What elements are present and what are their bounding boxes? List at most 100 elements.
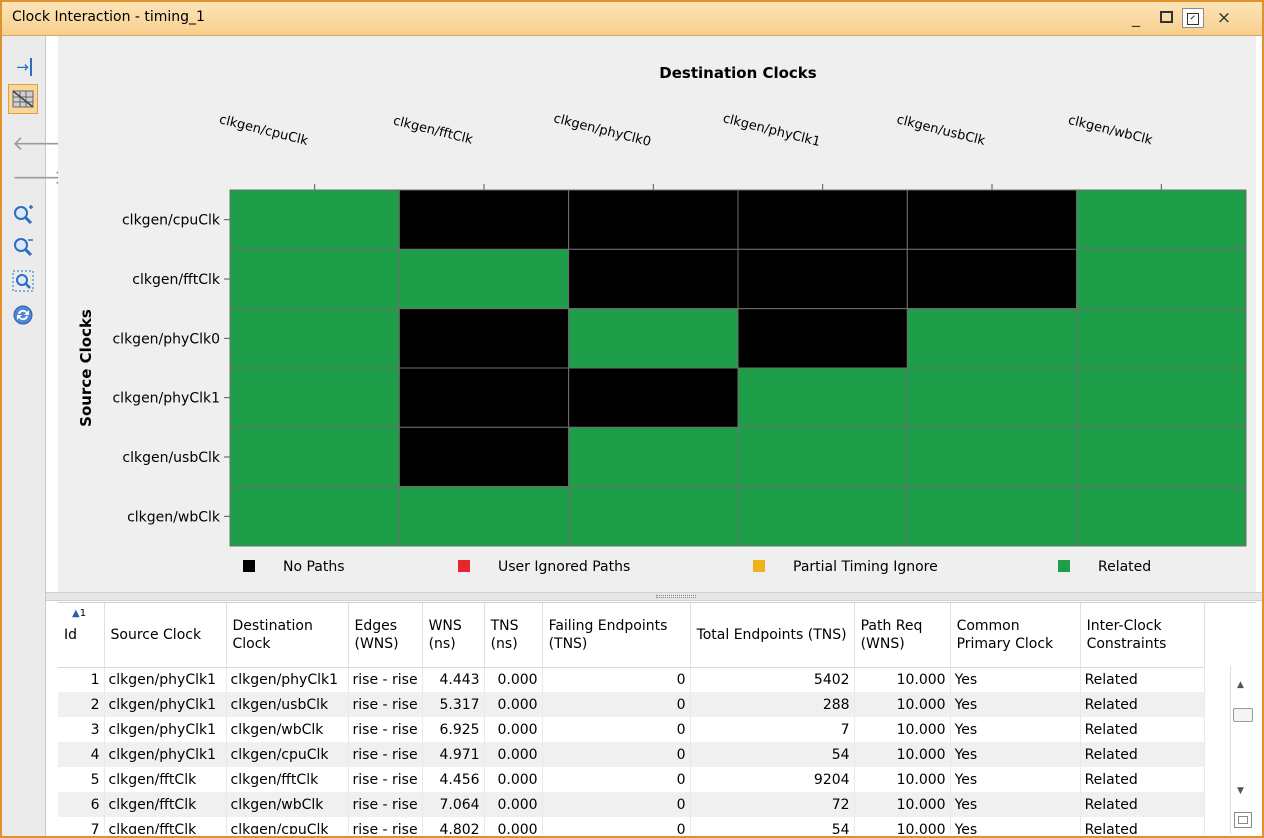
- table-cell: 5: [58, 767, 105, 792]
- clock-interaction-window: Clock Interaction - timing_1 _ × → 🡐 🡒 D…: [0, 0, 1264, 838]
- maximize-button[interactable]: [1156, 7, 1176, 29]
- table-row[interactable]: 3 clkgen/phyClk1 clkgen/wbClk rise - rise 6.…: [58, 717, 1205, 742]
- heatmap-cell: [229, 486, 400, 547]
- zoom-out-icon[interactable]: [12, 236, 34, 258]
- table-cell: clkgen/cpuClk: [226, 817, 349, 834]
- heatmap-cell: [906, 189, 1078, 250]
- heatmap-cell: [568, 486, 739, 547]
- clock-interaction-table: ▲1 Id Source Clock Destination Clock Edge…: [58, 603, 1205, 834]
- table-row[interactable]: 2 clkgen/phyClk1 clkgen/usbClk rise - rise 5…: [58, 692, 1205, 717]
- heatmap-cell: [398, 486, 570, 547]
- column-header-id[interactable]: ▲1 Id: [58, 603, 105, 668]
- legend-label: Related: [1098, 559, 1151, 575]
- table-cell: 10.000: [854, 742, 951, 767]
- column-header-tns[interactable]: TNS (ns): [484, 603, 543, 668]
- back-arrow-button[interactable]: 🡐: [12, 132, 66, 156]
- heatmap-cell: [906, 426, 1078, 488]
- zoom-fit-icon[interactable]: [12, 270, 34, 292]
- table-cell: 5.317: [422, 692, 485, 717]
- table-cell: Yes: [950, 817, 1081, 834]
- table-body: 1 clkgen/phyClk1 clkgen/phyClk1 rise - rise…: [58, 667, 1205, 834]
- table-options-button[interactable]: [1234, 812, 1252, 828]
- heatmap-cell: [737, 189, 908, 250]
- legend-label: Partial Timing Ignore: [793, 559, 938, 575]
- table-cell: 0.000: [484, 742, 543, 767]
- y-axis-label: Source Clocks: [77, 309, 95, 427]
- table-cell: rise - rise: [348, 792, 423, 817]
- forward-arrow-button[interactable]: 🡒: [12, 166, 66, 190]
- table-cell: 72: [690, 792, 855, 817]
- scroll-thumb[interactable]: [1233, 708, 1253, 722]
- heatmap-cell: [568, 367, 739, 428]
- table-cell: 4.443: [422, 667, 485, 692]
- table-cell: 2: [58, 692, 105, 717]
- table-cell: rise - rise: [348, 767, 423, 792]
- minimize-button[interactable]: _: [1126, 7, 1146, 29]
- table-row[interactable]: 1 clkgen/phyClk1 clkgen/phyClk1 rise - rise…: [58, 667, 1205, 692]
- table-cell: 4.971: [422, 742, 485, 767]
- heatmap-cell: [1076, 248, 1247, 310]
- column-header-total-endpoints[interactable]: Total Endpoints (TNS): [690, 603, 855, 668]
- table-options-icon: [1238, 816, 1248, 824]
- table-row[interactable]: 5 clkgen/fftClk clkgen/fftClk rise - rise 4.…: [58, 767, 1205, 792]
- heatmap-cell: [906, 248, 1078, 310]
- vertical-scrollbar[interactable]: ▲ ▼: [1230, 666, 1256, 834]
- scroll-down-icon[interactable]: ▼: [1237, 786, 1244, 796]
- splitter-grip[interactable]: [656, 595, 696, 598]
- column-header-inter-clock-constraints[interactable]: Inter-Clock Constraints: [1080, 603, 1205, 668]
- table-cell: 10.000: [854, 767, 951, 792]
- collapse-button[interactable]: →: [12, 56, 36, 80]
- table-cell: 10.000: [854, 817, 951, 834]
- refresh-icon[interactable]: [12, 304, 34, 326]
- close-button[interactable]: ×: [1214, 7, 1234, 29]
- legend-label: No Paths: [283, 559, 345, 575]
- zoom-in-icon[interactable]: [12, 204, 34, 226]
- heatmap-cell: [229, 367, 400, 428]
- table-cell: 0.000: [484, 692, 543, 717]
- column-header-edges[interactable]: Edges (WNS): [348, 603, 423, 668]
- table-cell: Related: [1080, 692, 1205, 717]
- table-row[interactable]: 7 clkgen/fftClk clkgen/cpuClk rise - rise 4.…: [58, 817, 1205, 834]
- y-tick-label: clkgen/wbClk: [127, 509, 221, 525]
- column-header-wns[interactable]: WNS (ns): [422, 603, 485, 668]
- column-header-common-primary-clock[interactable]: Common Primary Clock: [950, 603, 1081, 668]
- clock-table-panel: ▲1 Id Source Clock Destination Clock Edge…: [58, 602, 1256, 834]
- column-header-failing-endpoints[interactable]: Failing Endpoints (TNS): [542, 603, 691, 668]
- sort-ascending-icon: ▲1: [72, 608, 87, 619]
- heatmap-cell: [398, 189, 570, 250]
- clock-grid-button[interactable]: [8, 84, 38, 114]
- heatmap-cell: [398, 426, 570, 488]
- heatmap-cell: [568, 426, 739, 488]
- table-cell: 6: [58, 792, 105, 817]
- table-cell: 5402: [690, 667, 855, 692]
- column-header-path-req[interactable]: Path Req (WNS): [854, 603, 951, 668]
- table-cell: rise - rise: [348, 717, 423, 742]
- table-cell: 0.000: [484, 767, 543, 792]
- table-cell: Related: [1080, 667, 1205, 692]
- table-cell: 10.000: [854, 692, 951, 717]
- chart-title: Destination Clocks: [659, 64, 817, 82]
- table-cell: 1: [58, 667, 105, 692]
- table-cell: clkgen/usbClk: [226, 692, 349, 717]
- panel-splitter[interactable]: [46, 592, 1262, 601]
- restore-button[interactable]: [1182, 8, 1204, 28]
- table-row[interactable]: 6 clkgen/fftClk clkgen/wbClk rise - rise 7.0…: [58, 792, 1205, 817]
- table-cell: 0: [542, 742, 691, 767]
- clock-interaction-chart-panel: Destination Clocks Source Clocks clkgen/cp…: [58, 36, 1256, 592]
- table-cell: rise - rise: [348, 667, 423, 692]
- table-cell: 7: [58, 817, 105, 834]
- y-tick-label: clkgen/usbClk: [122, 450, 221, 466]
- column-header-source-clock[interactable]: Source Clock: [104, 603, 227, 668]
- table-cell: Related: [1080, 767, 1205, 792]
- heatmap-cell: [398, 248, 570, 310]
- table-cell: clkgen/phyClk1: [104, 692, 227, 717]
- y-tick-label: clkgen/phyClk1: [112, 391, 220, 407]
- heatmap-cell: [906, 486, 1078, 547]
- heatmap-cell: [737, 248, 908, 310]
- scroll-up-icon[interactable]: ▲: [1237, 680, 1244, 690]
- heatmap-cell: [737, 308, 908, 369]
- table-cell: Related: [1080, 792, 1205, 817]
- table-row[interactable]: 4 clkgen/phyClk1 clkgen/cpuClk rise - rise 4…: [58, 742, 1205, 767]
- heatmap-cell: [1076, 189, 1247, 250]
- column-header-destination-clock[interactable]: Destination Clock: [226, 603, 349, 668]
